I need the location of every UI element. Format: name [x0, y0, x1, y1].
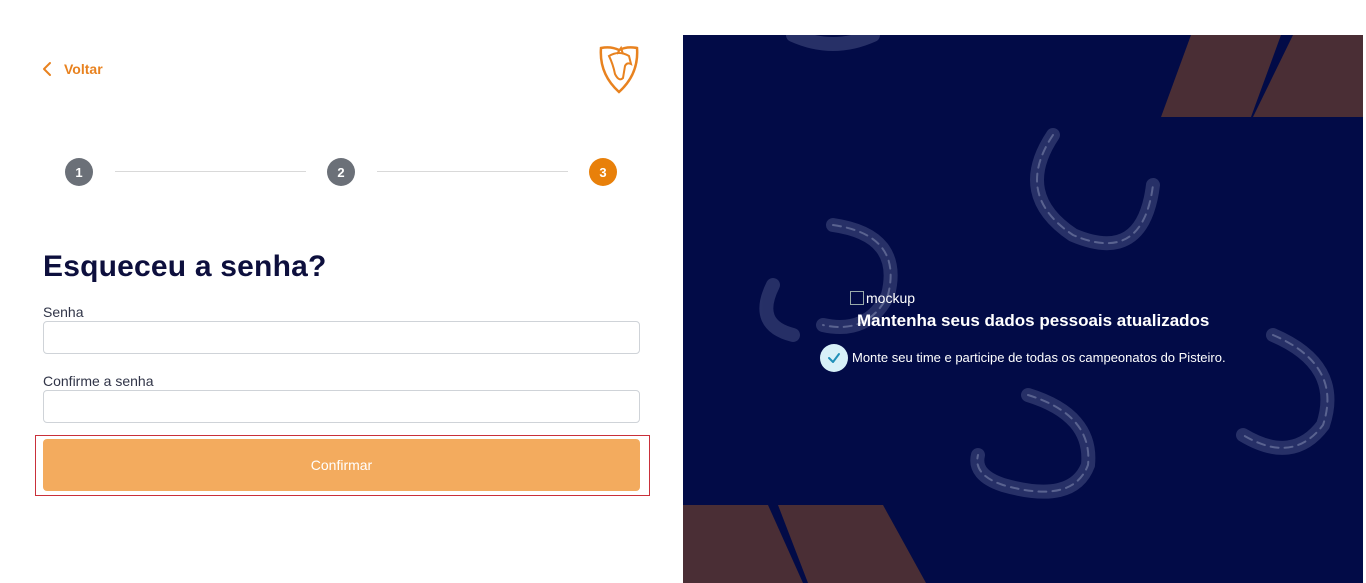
page-title: Esqueceu a senha? — [43, 250, 327, 283]
horseshoe-icon — [970, 388, 1096, 499]
stepper-connector — [377, 171, 568, 172]
stripe-decoration — [778, 505, 926, 583]
background-decoration — [683, 35, 1363, 583]
check-icon — [828, 353, 840, 363]
mockup-image: mockup — [850, 290, 915, 306]
step-3: 3 — [589, 158, 617, 186]
back-link[interactable]: Voltar — [40, 60, 103, 78]
step-2: 2 — [327, 158, 355, 186]
confirm-password-label: Confirme a senha — [43, 373, 154, 389]
mockup-alt-text: mockup — [866, 290, 916, 306]
promo-panel: mockup Mantenha seus dados pessoais atua… — [683, 35, 1363, 583]
horseshoe-icon — [759, 278, 800, 342]
promo-headline: Mantenha seus dados pessoais atualizados — [857, 311, 1210, 330]
promo-bullet-text: Monte seu time e participe de todas os c… — [852, 350, 1226, 365]
broken-image-icon — [850, 291, 864, 305]
stepper-connector — [115, 171, 306, 172]
step-1: 1 — [65, 158, 93, 186]
check-badge — [820, 344, 848, 372]
confirm-password-field[interactable] — [43, 390, 640, 423]
password-field[interactable] — [43, 321, 640, 354]
password-label: Senha — [43, 304, 84, 320]
horseshoe-icon — [786, 35, 880, 51]
confirm-button[interactable]: Confirmar — [43, 439, 640, 491]
horse-shield-logo-icon — [599, 45, 639, 94]
confirm-button-highlight: Confirmar — [35, 435, 650, 496]
horseshoe-icon — [1236, 328, 1335, 455]
horseshoe-icon — [1030, 128, 1160, 251]
back-label: Voltar — [64, 61, 103, 77]
chevron-left-icon — [43, 62, 51, 76]
form-panel: Voltar 1 2 3 Esqueceu a senha? Senha Con… — [0, 0, 683, 583]
stepper: 1 2 3 — [64, 158, 620, 186]
